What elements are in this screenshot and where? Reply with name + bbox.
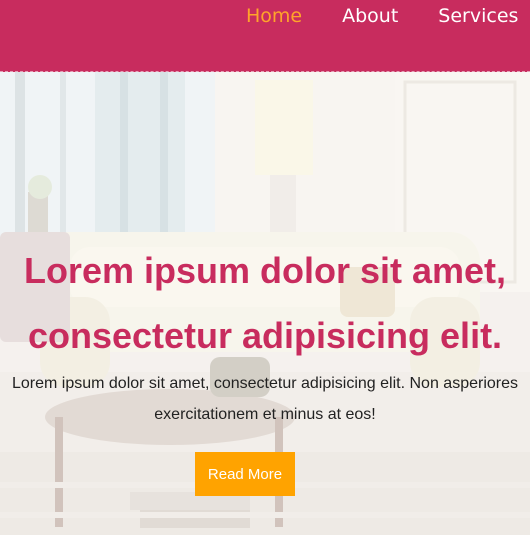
hero-text-line-2: exercitationem et minus at eos! bbox=[154, 406, 376, 423]
main-nav: Home About Services bbox=[246, 6, 518, 26]
site-header: Home About Services bbox=[0, 0, 530, 72]
page: Home About Services Lorem ipsum dolor si… bbox=[0, 0, 530, 535]
nav-services-link[interactable]: Services bbox=[438, 6, 518, 26]
read-more-button[interactable]: Read More bbox=[195, 452, 295, 496]
hero-banner: Lorem ipsum dolor sit amet, consectetur … bbox=[0, 72, 530, 535]
hero-text-line-1: Lorem ipsum dolor sit amet, consectetur … bbox=[11, 375, 518, 392]
nav-home-link[interactable]: Home bbox=[246, 6, 302, 26]
nav-about-link[interactable]: About bbox=[342, 6, 398, 26]
hero-title-line-2: consectetur adipisicing elit. bbox=[27, 315, 503, 356]
hero-title-line-1: Lorem ipsum dolor sit amet, bbox=[23, 250, 507, 291]
